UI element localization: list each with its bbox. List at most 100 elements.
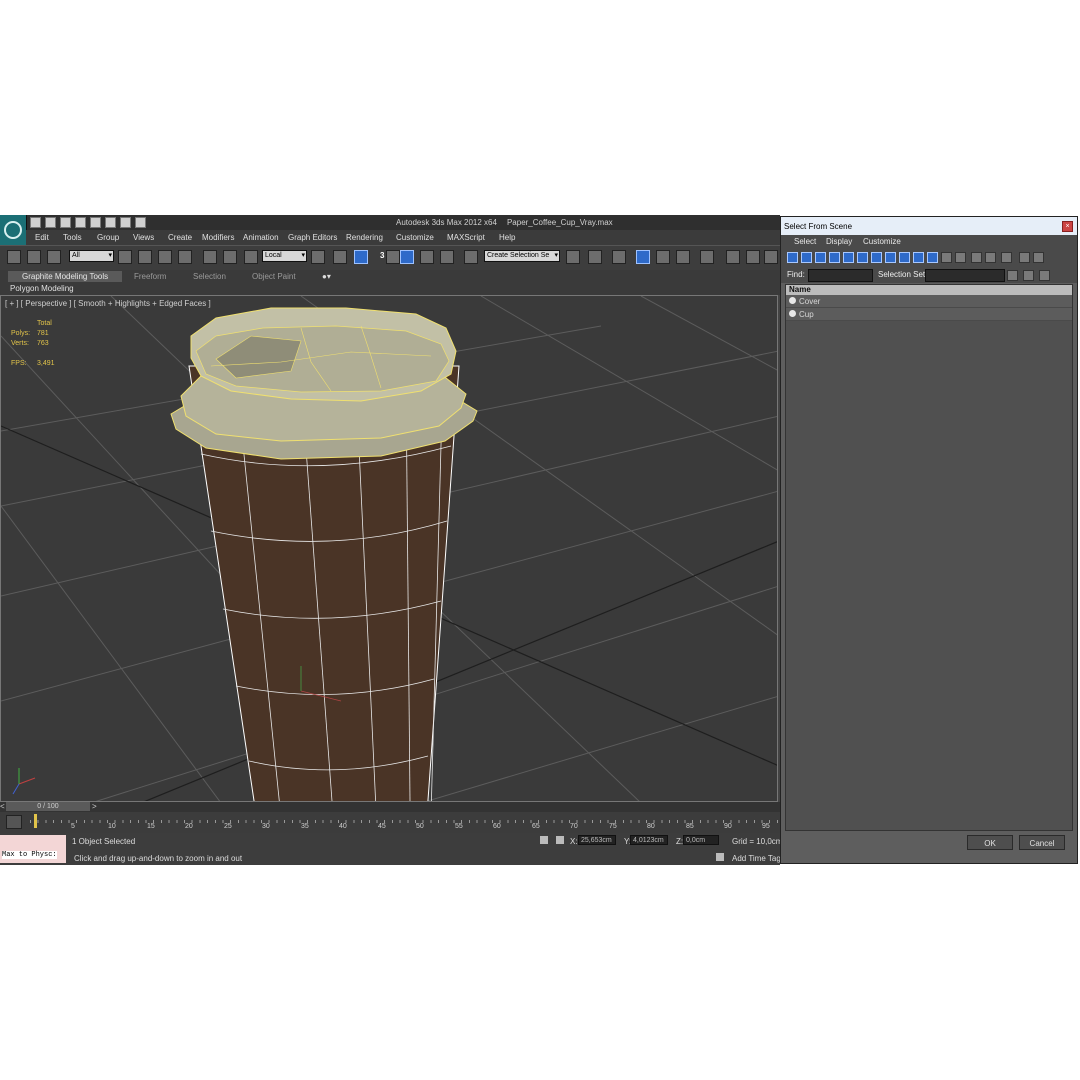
name-column-header[interactable]: Name (789, 285, 811, 294)
list-item-cup[interactable]: Cup (786, 308, 1072, 321)
window-crossing-icon[interactable] (178, 250, 192, 264)
menu-customize[interactable]: Customize (396, 233, 434, 242)
project-folder-icon[interactable] (135, 217, 146, 228)
viewport-scene[interactable] (1, 296, 778, 802)
panel-polygon-modeling[interactable]: Polygon Modeling (10, 284, 74, 293)
tab-object-paint[interactable]: Object Paint (252, 272, 296, 281)
display-space-warps-icon[interactable] (857, 252, 868, 263)
menu-rendering[interactable]: Rendering (346, 233, 383, 242)
list-column-header[interactable]: Name (786, 285, 1072, 295)
find-input[interactable] (808, 269, 873, 282)
display-hidden-icon[interactable] (941, 252, 952, 263)
select-all-icon[interactable] (1007, 270, 1018, 281)
save-file-icon[interactable] (60, 217, 71, 228)
display-lights-icon[interactable] (815, 252, 826, 263)
select-object-icon[interactable] (118, 250, 132, 264)
mirror-icon[interactable] (566, 250, 580, 264)
mini-curve-editor-icon[interactable] (6, 815, 22, 829)
list-item-cover[interactable]: Cover (786, 295, 1072, 308)
move-icon[interactable] (203, 250, 217, 264)
tab-freeform[interactable]: Freeform (134, 272, 166, 281)
select-by-name-icon[interactable] (138, 250, 152, 264)
display-shapes-icon[interactable] (801, 252, 812, 263)
open-file-icon[interactable] (45, 217, 56, 228)
lock-selection-icon[interactable] (540, 836, 548, 844)
display-all-icon[interactable] (955, 252, 966, 263)
bind-space-warp-icon[interactable] (47, 250, 61, 264)
named-selection-dropdown[interactable]: Create Selection Se (484, 250, 560, 262)
schematic-view-icon[interactable] (676, 250, 690, 264)
display-cameras-icon[interactable] (829, 252, 840, 263)
dialog-menu-display[interactable]: Display (826, 237, 852, 246)
snaps-toggle-icon[interactable] (386, 250, 400, 264)
menu-group[interactable]: Group (97, 233, 119, 242)
display-geometry-icon[interactable] (787, 252, 798, 263)
menu-tools[interactable]: Tools (63, 233, 82, 242)
selection-filter-dropdown[interactable]: All (69, 250, 114, 262)
edit-named-selection-icon[interactable] (464, 250, 478, 264)
unlink-icon[interactable] (27, 250, 41, 264)
close-icon[interactable]: × (1062, 221, 1073, 232)
layer-manager-icon[interactable] (612, 250, 626, 264)
menu-maxscript[interactable]: MAXScript (447, 233, 485, 242)
keyboard-shortcut-override-icon[interactable] (354, 250, 368, 264)
display-xrefs-icon[interactable] (885, 252, 896, 263)
hold-icon[interactable] (105, 217, 116, 228)
new-file-icon[interactable] (30, 217, 41, 228)
time-next-icon[interactable]: > (92, 802, 97, 811)
selection-set-dropdown[interactable] (925, 269, 1005, 282)
spinner-snap-icon[interactable] (440, 250, 454, 264)
percent-snap-icon[interactable] (420, 250, 434, 264)
display-bones-icon[interactable] (899, 252, 910, 263)
menu-views[interactable]: Views (133, 233, 154, 242)
rotate-icon[interactable] (223, 250, 237, 264)
x-coordinate-field[interactable]: 25,653cm (578, 835, 616, 845)
snap-toggle-label[interactable]: 3 (380, 251, 384, 260)
perspective-viewport[interactable]: [ + ] [ Perspective ] [ Smooth + Highlig… (0, 295, 778, 802)
absolute-mode-icon[interactable] (556, 836, 564, 844)
redo-icon[interactable] (90, 217, 101, 228)
z-coordinate-field[interactable]: 0,0cm (683, 835, 719, 845)
time-slider-handle[interactable]: 0 / 100 (6, 802, 90, 811)
filter-icon[interactable] (1019, 252, 1030, 263)
cancel-button[interactable]: Cancel (1019, 835, 1065, 850)
select-manipulate-icon[interactable] (333, 250, 347, 264)
viewport-label[interactable]: [ + ] [ Perspective ] [ Smooth + Highlig… (5, 299, 211, 308)
material-editor-icon[interactable] (700, 250, 714, 264)
select-invert-icon[interactable] (1039, 270, 1050, 281)
select-none-icon[interactable] (1023, 270, 1034, 281)
display-none-icon[interactable] (971, 252, 982, 263)
scale-icon[interactable] (244, 250, 258, 264)
scene-object-list[interactable]: Name Cover Cup (785, 284, 1073, 831)
time-prev-icon[interactable]: < (0, 802, 5, 811)
align-icon[interactable] (588, 250, 602, 264)
y-coordinate-field[interactable]: 4,0123cm (630, 835, 668, 845)
track-bar[interactable]: 5 10 15 20 25 30 35 40 45 50 55 60 65 70… (0, 812, 780, 833)
time-slider[interactable]: < 0 / 100 > (0, 802, 780, 812)
menu-create[interactable]: Create (168, 233, 192, 242)
display-containers-icon[interactable] (913, 252, 924, 263)
graphite-toggle-icon[interactable] (636, 250, 650, 264)
menu-modifiers[interactable]: Modifiers (202, 233, 234, 242)
select-and-link-icon[interactable] (7, 250, 21, 264)
rendered-frame-window-icon[interactable] (746, 250, 760, 264)
angle-snap-icon[interactable] (400, 250, 414, 264)
display-frozen-icon[interactable] (927, 252, 938, 263)
maxscript-listener[interactable]: Max to Physc: (0, 835, 66, 863)
maxscript-input[interactable]: Max to Physc: (2, 851, 57, 859)
menu-animation[interactable]: Animation (243, 233, 279, 242)
ok-button[interactable]: OK (967, 835, 1013, 850)
display-helpers-icon[interactable] (843, 252, 854, 263)
fetch-icon[interactable] (120, 217, 131, 228)
dialog-menu-select[interactable]: Select (794, 237, 816, 246)
application-button-icon[interactable] (0, 215, 27, 245)
menu-help[interactable]: Help (499, 233, 515, 242)
add-time-tag-button[interactable]: Add Time Tag (732, 854, 781, 863)
render-setup-icon[interactable] (726, 250, 740, 264)
menu-graph-editors[interactable]: Graph Editors (288, 233, 337, 242)
filter-options-icon[interactable] (1033, 252, 1044, 263)
display-invert-icon[interactable] (985, 252, 996, 263)
reference-coord-dropdown[interactable]: Local (262, 250, 307, 262)
ribbon-options-icon[interactable]: ●▾ (322, 272, 331, 281)
tab-selection[interactable]: Selection (193, 272, 226, 281)
